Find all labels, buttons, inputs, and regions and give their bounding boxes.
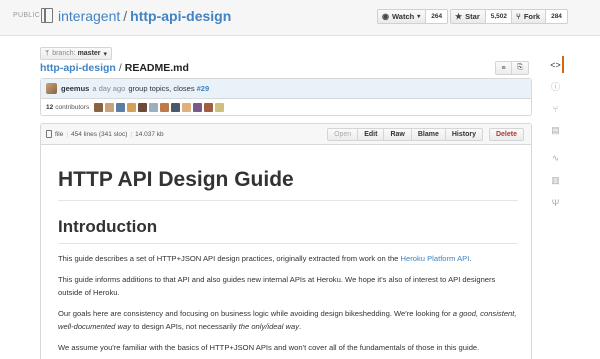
heroku-platform-api-link[interactable]: Heroku Platform API bbox=[401, 254, 470, 263]
repo-header: PUBLIC interagent / http-api-design ◉ Watc… bbox=[0, 0, 600, 36]
star-action: ★ Star 5,502 bbox=[450, 9, 514, 24]
watch-count[interactable]: 264 bbox=[426, 9, 449, 24]
file-size: 14.037 kb bbox=[135, 130, 164, 138]
file-actions: Open Edit Raw Blame History Delete bbox=[327, 128, 524, 141]
commit-author[interactable]: geemus bbox=[61, 84, 89, 93]
star-icon: ★ bbox=[455, 12, 463, 21]
list-view-icon[interactable]: ≡ bbox=[495, 61, 512, 75]
commit-message[interactable]: group topics, closes bbox=[128, 84, 194, 93]
fork-icon: ⑂ bbox=[516, 12, 521, 21]
contributor-avatar[interactable] bbox=[215, 103, 225, 112]
history-button[interactable]: History bbox=[445, 128, 483, 141]
star-button[interactable]: ★ Star bbox=[450, 9, 486, 24]
file-box: file | 454 lines (341 sloc) | 14.037 kb Open… bbox=[40, 123, 532, 359]
file-header: file | 454 lines (341 sloc) | 14.037 kb Open… bbox=[41, 124, 531, 145]
watch-action: ◉ Watch ▾ 264 bbox=[377, 9, 449, 24]
file-icon bbox=[46, 130, 52, 138]
issues-icon[interactable]: ⓘ bbox=[547, 78, 564, 95]
contributor-avatars bbox=[94, 103, 226, 112]
chevron-down-icon: ▾ bbox=[417, 14, 421, 20]
contributor-avatar[interactable] bbox=[94, 103, 104, 112]
network-icon[interactable]: Ψ bbox=[547, 194, 564, 211]
contributor-avatar[interactable] bbox=[193, 103, 203, 112]
repo-name-link[interactable]: http-api-design bbox=[130, 8, 231, 24]
emphasis-text: the only/ideal way bbox=[238, 322, 300, 331]
fork-action: ⑂ Fork 284 bbox=[511, 9, 568, 24]
readme-content: HTTP API Design Guide Introduction This … bbox=[58, 168, 518, 354]
repo-owner-link[interactable]: interagent bbox=[58, 8, 120, 24]
repo-book-icon bbox=[41, 8, 53, 23]
raw-button[interactable]: Raw bbox=[384, 128, 412, 141]
file-view-buttons: ≡ ⎘ bbox=[495, 61, 529, 75]
contributors-count[interactable]: 12 bbox=[46, 104, 53, 111]
fork-count[interactable]: 284 bbox=[546, 9, 568, 24]
contributors-row: 12 contributors bbox=[41, 99, 531, 116]
breadcrumb-separator: / bbox=[118, 62, 122, 74]
contributors-label[interactable]: contributors bbox=[55, 104, 89, 111]
file-meta-divider: | bbox=[66, 130, 69, 138]
graphs-icon[interactable]: ▥ bbox=[547, 172, 564, 189]
code-icon[interactable]: <> bbox=[547, 56, 564, 73]
contributor-avatar[interactable] bbox=[204, 103, 214, 112]
star-label: Star bbox=[465, 12, 480, 21]
watch-button[interactable]: ◉ Watch ▾ bbox=[377, 9, 427, 24]
readme-title: HTTP API Design Guide bbox=[58, 168, 518, 201]
copy-path-icon[interactable]: ⎘ bbox=[512, 61, 529, 75]
pull-requests-icon[interactable]: ⑂ bbox=[547, 100, 564, 117]
paragraph-text: . bbox=[299, 322, 302, 331]
commit-time: a day ago bbox=[92, 84, 126, 93]
contributor-avatar[interactable] bbox=[127, 103, 137, 112]
open-button[interactable]: Open bbox=[327, 128, 359, 141]
paragraph-text: . bbox=[469, 254, 472, 263]
paragraph: This guide describes a set of HTTP+JSON … bbox=[58, 252, 518, 265]
blame-button[interactable]: Blame bbox=[411, 128, 446, 141]
section-heading-introduction: Introduction bbox=[58, 217, 518, 244]
contributor-avatar[interactable] bbox=[138, 103, 148, 112]
edit-button[interactable]: Edit bbox=[358, 128, 385, 141]
wiki-icon[interactable]: ▤ bbox=[547, 122, 564, 139]
pulse-icon[interactable]: ∿ bbox=[547, 150, 564, 167]
repo-title: interagent / http-api-design bbox=[58, 8, 231, 24]
paragraph: Our goals here are consistency and focus… bbox=[58, 307, 518, 333]
avatar[interactable] bbox=[46, 83, 57, 94]
file-type-label: file bbox=[55, 130, 64, 138]
paragraph-text: Our goals here are consistency and focus… bbox=[58, 309, 453, 318]
watch-label: Watch bbox=[391, 12, 415, 21]
visibility-label: PUBLIC bbox=[13, 12, 41, 19]
file-lines: 454 lines (341 sloc) bbox=[71, 130, 128, 138]
branch-label: branch: bbox=[52, 50, 76, 57]
star-count[interactable]: 5,502 bbox=[485, 9, 514, 24]
contributor-avatar[interactable] bbox=[105, 103, 115, 112]
paragraph: This guide informs additions to that API… bbox=[58, 275, 496, 297]
fork-button[interactable]: ⑂ Fork bbox=[511, 9, 547, 24]
chevron-down-icon: ▾ bbox=[103, 50, 108, 58]
breadcrumb: http-api-design / README.md bbox=[40, 62, 189, 74]
latest-commit-box: geemus a day ago group topics, closes #2… bbox=[40, 78, 532, 116]
commit-issue-link[interactable]: #29 bbox=[197, 84, 210, 93]
branch-name: master bbox=[77, 50, 101, 57]
file-meta: file | 454 lines (341 sloc) | 14.037 kb bbox=[55, 131, 164, 138]
file-meta-divider: | bbox=[130, 130, 133, 138]
breadcrumb-repo-link[interactable]: http-api-design bbox=[40, 62, 116, 74]
branch-icon: ᛘ bbox=[45, 50, 50, 57]
contributor-avatar[interactable] bbox=[160, 103, 170, 112]
paragraph-text: to design APIs, not necessarily bbox=[131, 322, 239, 331]
fork-label: Fork bbox=[523, 12, 541, 21]
contributor-avatar[interactable] bbox=[149, 103, 159, 112]
contributor-avatar[interactable] bbox=[182, 103, 192, 112]
contributor-avatar[interactable] bbox=[171, 103, 181, 112]
repo-title-separator: / bbox=[123, 8, 128, 24]
paragraph-text: This guide describes a set of HTTP+JSON … bbox=[58, 254, 401, 263]
branch-selector[interactable]: ᛘ branch: master ▾ bbox=[40, 47, 113, 60]
contributor-avatar[interactable] bbox=[116, 103, 126, 112]
paragraph: We assume you're familiar with the basic… bbox=[58, 343, 480, 352]
commit-summary: geemus a day ago group topics, closes #2… bbox=[41, 79, 531, 99]
breadcrumb-file: README.md bbox=[124, 62, 189, 74]
eye-icon: ◉ bbox=[382, 12, 389, 21]
delete-button[interactable]: Delete bbox=[488, 128, 524, 141]
